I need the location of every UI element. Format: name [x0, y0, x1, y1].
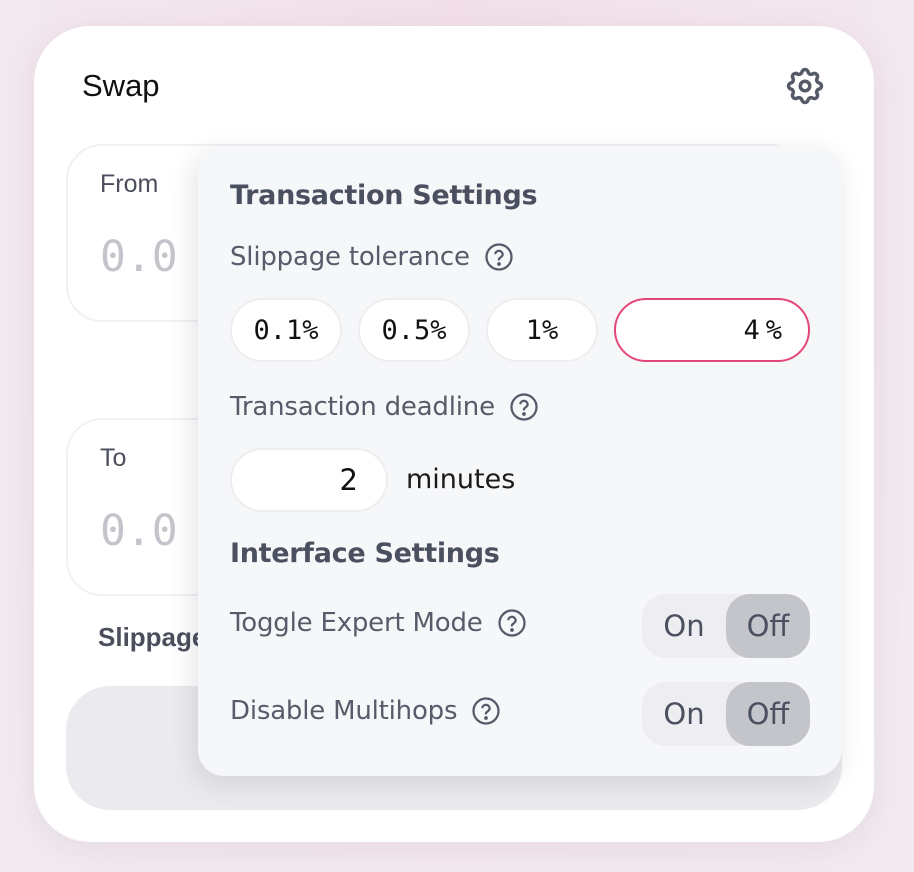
- slippage-tolerance-text: Slippage tolerance: [230, 242, 470, 272]
- multihops-on[interactable]: On: [642, 682, 726, 746]
- transaction-settings-title: Transaction Settings: [230, 180, 538, 211]
- slippage-preset-0-5[interactable]: 0.5%: [358, 298, 470, 362]
- interface-settings-title: Interface Settings: [230, 538, 500, 569]
- slippage-tolerance-label: Slippage tolerance: [230, 242, 514, 272]
- from-amount-input[interactable]: 0.0: [100, 232, 178, 282]
- to-amount-input[interactable]: 0.0: [100, 506, 178, 556]
- custom-slippage-input[interactable]: [639, 314, 760, 346]
- transaction-deadline-label: Transaction deadline: [230, 392, 539, 422]
- expert-mode-label: Toggle Expert Mode: [230, 608, 527, 638]
- question-circle-icon[interactable]: [471, 696, 501, 726]
- expert-mode-text: Toggle Expert Mode: [230, 608, 483, 638]
- settings-popover: Transaction Settings Slippage tolerance …: [198, 146, 842, 776]
- expert-mode-on[interactable]: On: [642, 594, 726, 658]
- disable-multihops-toggle[interactable]: On Off: [642, 682, 810, 746]
- percent-suffix: %: [765, 314, 782, 346]
- question-circle-icon[interactable]: [484, 242, 514, 272]
- custom-slippage-field[interactable]: %: [614, 298, 810, 362]
- transaction-deadline-text: Transaction deadline: [230, 392, 495, 422]
- to-label: To: [100, 444, 127, 472]
- deadline-field[interactable]: [230, 448, 388, 512]
- expert-mode-toggle[interactable]: On Off: [642, 594, 810, 658]
- expert-mode-off[interactable]: Off: [726, 594, 810, 658]
- slippage-summary: Slippage: [98, 622, 207, 652]
- from-label: From: [100, 170, 159, 198]
- question-circle-icon[interactable]: [497, 608, 527, 638]
- swap-title: Swap: [82, 68, 160, 103]
- slippage-preset-1[interactable]: 1%: [486, 298, 598, 362]
- slippage-preset-0-1[interactable]: 0.1%: [230, 298, 342, 362]
- disable-multihops-text: Disable Multihops: [230, 696, 458, 726]
- settings-button[interactable]: [780, 61, 830, 111]
- disable-multihops-label: Disable Multihops: [230, 696, 501, 726]
- gear-icon: [786, 67, 824, 105]
- deadline-unit-label: minutes: [406, 464, 516, 495]
- question-circle-icon[interactable]: [509, 392, 539, 422]
- deadline-input[interactable]: [258, 463, 358, 497]
- multihops-off[interactable]: Off: [726, 682, 810, 746]
